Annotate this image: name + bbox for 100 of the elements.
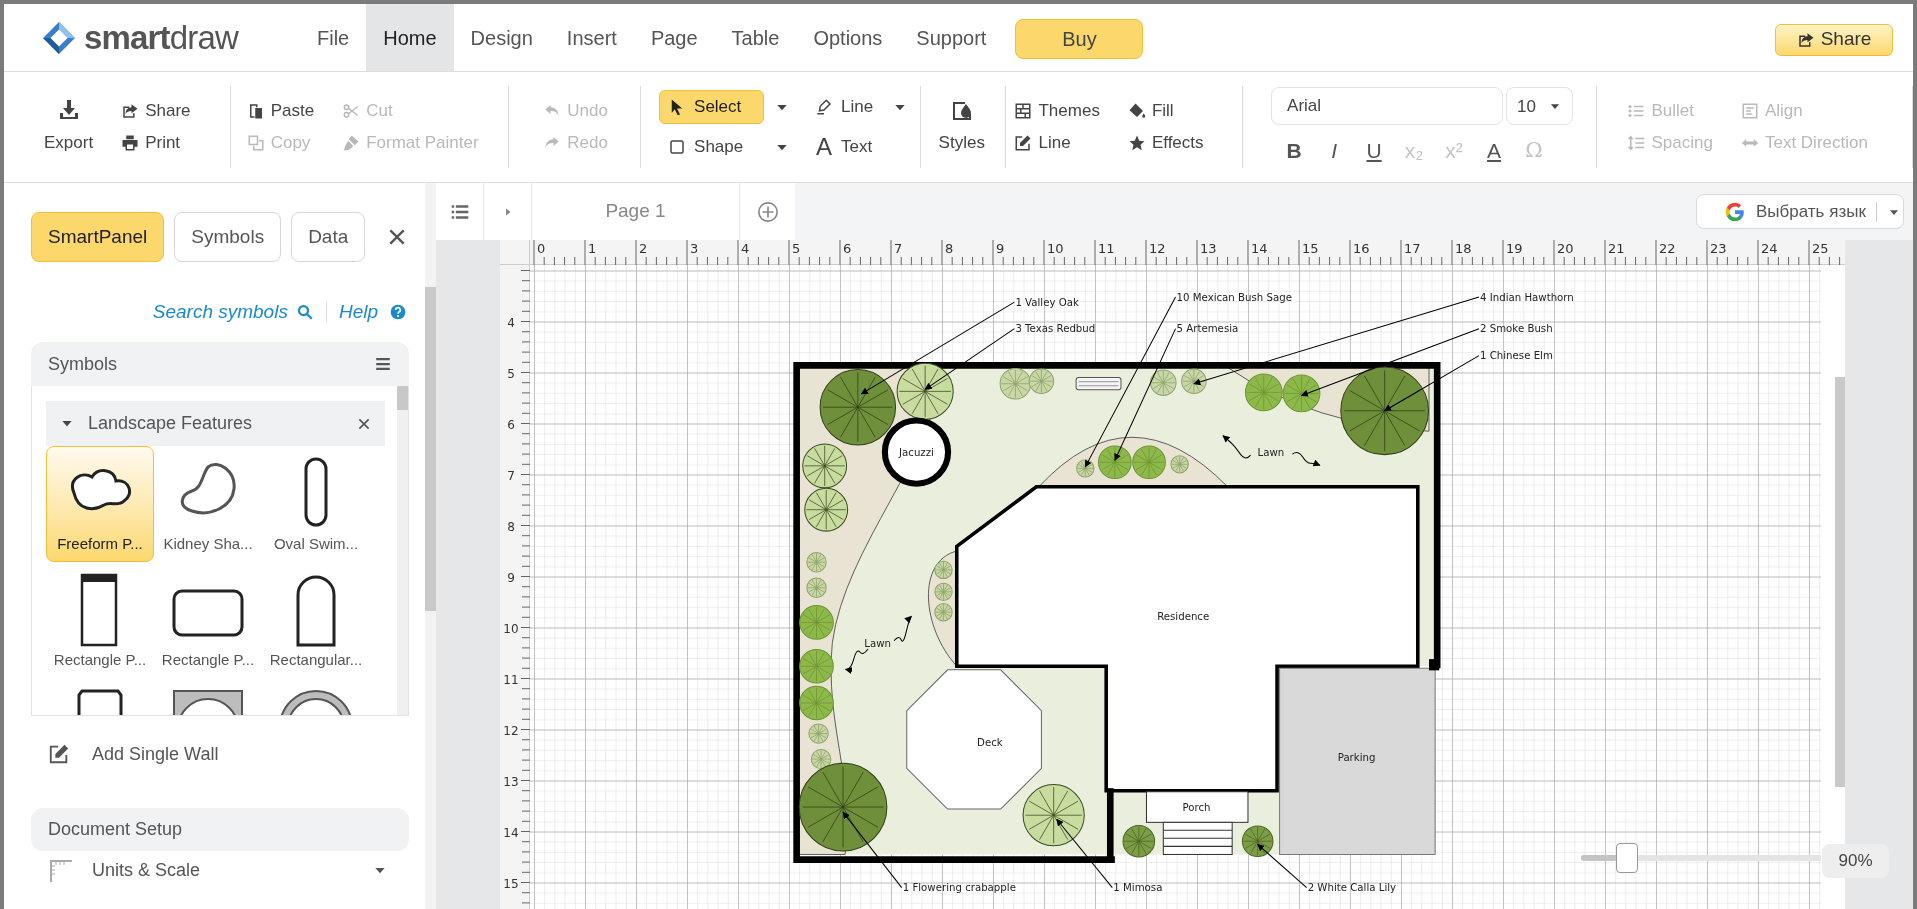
ruler-corner-icon — [48, 858, 72, 882]
tool-button[interactable]: Shape — [659, 130, 765, 164]
ruler-number: 7 — [894, 241, 903, 256]
share-icon — [121, 102, 140, 120]
menu-tab[interactable]: Options — [796, 4, 900, 71]
shrub-drawing — [934, 582, 953, 601]
page-list-button[interactable] — [436, 183, 484, 240]
ribbon-button[interactable]: Themes — [1014, 99, 1100, 123]
font-size-dropdown[interactable]: 10 — [1506, 87, 1574, 126]
add-wall-button[interactable]: Add Single Wall — [48, 736, 219, 772]
format-button[interactable]: A — [1477, 135, 1512, 167]
format-button[interactable]: U — [1357, 135, 1392, 167]
shrub-drawing — [799, 648, 834, 684]
tool-button[interactable]: A Text — [806, 130, 882, 164]
menu-tab[interactable]: Page — [633, 4, 715, 71]
language-button[interactable]: Выбрать язык — [1696, 194, 1904, 229]
scrollbar[interactable] — [425, 183, 436, 909]
shrub-drawing — [799, 605, 834, 640]
menu-tab[interactable]: File — [300, 4, 367, 71]
g-logo-icon — [1724, 200, 1746, 223]
add-circle-icon — [756, 200, 779, 223]
shrub-drawing — [806, 577, 827, 598]
page-tab[interactable]: Page 1 — [532, 183, 740, 240]
shrub-drawing — [1132, 445, 1166, 480]
symbol-item[interactable]: Rectangle P... — [154, 562, 262, 678]
ribbon-button[interactable]: Export — [44, 98, 94, 156]
scrollbar[interactable] — [397, 386, 408, 715]
area-label: Porch — [1182, 801, 1211, 813]
ribbon-button[interactable]: Print — [121, 131, 191, 155]
format-button[interactable]: I — [1317, 135, 1352, 167]
ruler-number: 13 — [1200, 241, 1217, 256]
brush-icon — [342, 134, 361, 152]
ruler-number: 1 — [588, 241, 597, 256]
shrub-drawing — [1244, 373, 1283, 412]
plant-label: 3 Texas Redbud — [1015, 323, 1096, 335]
panel-tab[interactable]: SmartPanel — [31, 212, 165, 262]
tree-drawing — [804, 487, 849, 532]
section-title: Document Setup — [48, 818, 183, 841]
ribbon-button[interactable]: Fill — [1127, 99, 1204, 123]
tree-drawing — [1022, 784, 1085, 847]
star-icon — [1127, 134, 1146, 152]
symbol-item[interactable]: Freeform P... — [46, 446, 154, 562]
ruler-number: 14 — [1251, 241, 1268, 256]
menu-tab[interactable]: Design — [453, 4, 550, 71]
ribbon-button[interactable]: Styles — [938, 98, 985, 156]
panel-tab[interactable]: Data — [291, 212, 366, 262]
ruler-number: 24 — [1761, 241, 1778, 256]
ribbon-button[interactable]: Effects — [1127, 131, 1204, 155]
edit-icon — [48, 743, 70, 765]
ruler-number: 20 — [1557, 241, 1574, 256]
ruler-number: 6 — [507, 417, 515, 432]
ribbon-button[interactable]: Share — [121, 99, 191, 123]
ruler-number: 25 — [1812, 241, 1829, 256]
add-page-button[interactable] — [740, 183, 795, 240]
print-icon — [121, 134, 140, 152]
menu-button[interactable] — [374, 355, 392, 373]
search-symbols-link[interactable]: Search symbols — [152, 297, 314, 327]
setup-item[interactable]: Units & Scale — [48, 857, 388, 883]
ruler-number: 5 — [792, 241, 801, 256]
line-spacing-icon — [1627, 134, 1646, 152]
symbol-item[interactable]: Rectangular... — [262, 562, 370, 678]
ruler-number: 23 — [1710, 241, 1727, 256]
themes-icon — [1014, 102, 1033, 120]
help-link[interactable]: Help — [338, 297, 406, 327]
share-button[interactable]: Share — [1775, 23, 1893, 56]
menu-tab[interactable]: Support — [899, 4, 1004, 71]
format-button[interactable]: B — [1277, 135, 1312, 167]
ribbon-button[interactable]: Paste — [246, 99, 315, 123]
ribbon-button[interactable]: Line — [1014, 131, 1100, 155]
leader-line — [1257, 843, 1308, 889]
tool-button[interactable]: Line — [806, 90, 883, 124]
area-label: Deck — [977, 736, 1003, 748]
menu-tab[interactable]: Insert — [549, 4, 634, 71]
ruler-number: 12 — [1149, 241, 1166, 256]
tool-button[interactable]: Select — [659, 90, 765, 124]
direction-arrow — [844, 648, 869, 674]
font-field[interactable]: Arial — [1271, 87, 1504, 126]
category-header[interactable]: Landscape Features — [46, 401, 385, 446]
symbol-item[interactable]: Rectangle P... — [46, 562, 154, 678]
buy-button[interactable]: Buy — [1015, 18, 1144, 59]
shrub-drawing — [806, 552, 827, 573]
ruler-number: 17 — [1404, 241, 1421, 256]
tree-drawing — [896, 362, 954, 420]
zoom-readout: 90% — [1822, 844, 1889, 878]
fill-bucket-icon — [1127, 102, 1146, 120]
copy-icon — [246, 134, 265, 152]
menu-tab[interactable]: Home — [366, 4, 454, 71]
slider-thumb[interactable] — [1615, 843, 1638, 873]
search-icon — [295, 303, 314, 321]
symbol-item[interactable]: Kidney Sha... — [154, 446, 262, 562]
symbol-item[interactable]: Oval Swim... — [262, 446, 370, 562]
ruler-number: 3 — [690, 241, 699, 256]
ruler-number: 4 — [741, 241, 750, 256]
ruler-number: 13 — [503, 774, 519, 789]
area-label: Residence — [1157, 610, 1210, 622]
menu-tab[interactable]: Table — [714, 4, 797, 71]
bench-drawing — [1075, 377, 1122, 391]
panel-tab[interactable]: Symbols — [174, 212, 282, 262]
ruler-number: 14 — [503, 825, 519, 840]
leader-line — [1056, 818, 1113, 889]
